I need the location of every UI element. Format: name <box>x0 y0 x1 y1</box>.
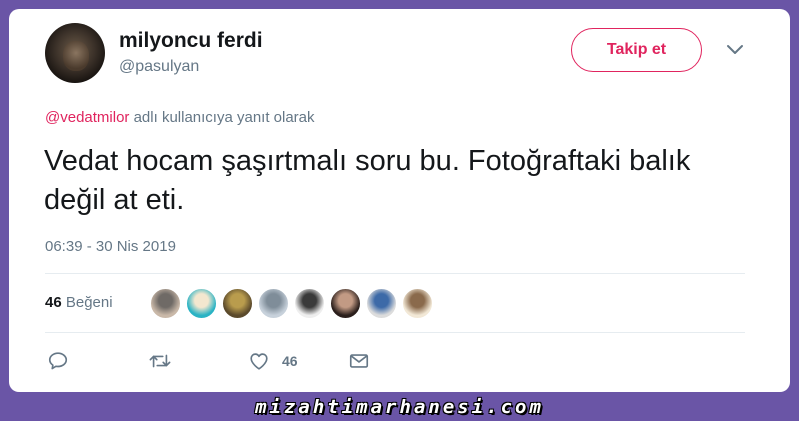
liker-avatar-2[interactable] <box>186 288 217 319</box>
liker-avatar-4[interactable] <box>258 288 289 319</box>
tweet-card: milyoncu ferdi @pasulyan Takip et @vedat… <box>9 9 790 392</box>
divider <box>45 273 745 274</box>
envelope-icon <box>348 350 370 372</box>
liker-avatar-7[interactable] <box>366 288 397 319</box>
likes-label: Beğeni <box>65 294 113 311</box>
like-count: 46 <box>282 353 298 369</box>
heart-icon <box>248 350 270 372</box>
liker-avatar-8[interactable] <box>402 288 433 319</box>
direct-message-button[interactable] <box>348 349 370 373</box>
reply-mention-link[interactable]: @vedatmilor <box>45 109 129 126</box>
divider <box>45 332 745 333</box>
tweet-actions: 46 <box>45 349 405 373</box>
liker-avatar-5[interactable] <box>294 288 325 319</box>
likes-count: 46 <box>45 294 62 311</box>
chevron-down-icon[interactable] <box>725 43 745 57</box>
tweet-timestamp[interactable]: 06:39 - 30 Nis 2019 <box>45 238 176 255</box>
watermark: mizahtimarhanesi.com <box>255 396 544 418</box>
author-display-name[interactable]: milyoncu ferdi <box>119 29 263 53</box>
reply-context-label: adlı kullanıcıya yanıt olarak <box>129 109 315 126</box>
speech-bubble-icon <box>47 350 69 372</box>
retweet-icon <box>148 350 172 372</box>
liker-avatar-1[interactable] <box>150 288 181 319</box>
liker-avatar-3[interactable] <box>222 288 253 319</box>
retweet-button[interactable] <box>148 349 172 373</box>
reply-context: @vedatmilor adlı kullanıcıya yanıt olara… <box>45 109 315 126</box>
avatar[interactable] <box>45 23 105 83</box>
author-handle[interactable]: @pasulyan <box>119 58 199 76</box>
follow-button[interactable]: Takip et <box>571 28 702 72</box>
like-button[interactable]: 46 <box>248 349 298 373</box>
likes-summary[interactable]: 46 Beğeni <box>45 294 113 311</box>
tweet-text: Vedat hocam şaşırtmalı soru bu. Fotoğraf… <box>44 145 691 216</box>
reply-button[interactable] <box>47 349 69 373</box>
liker-avatar-6[interactable] <box>330 288 361 319</box>
